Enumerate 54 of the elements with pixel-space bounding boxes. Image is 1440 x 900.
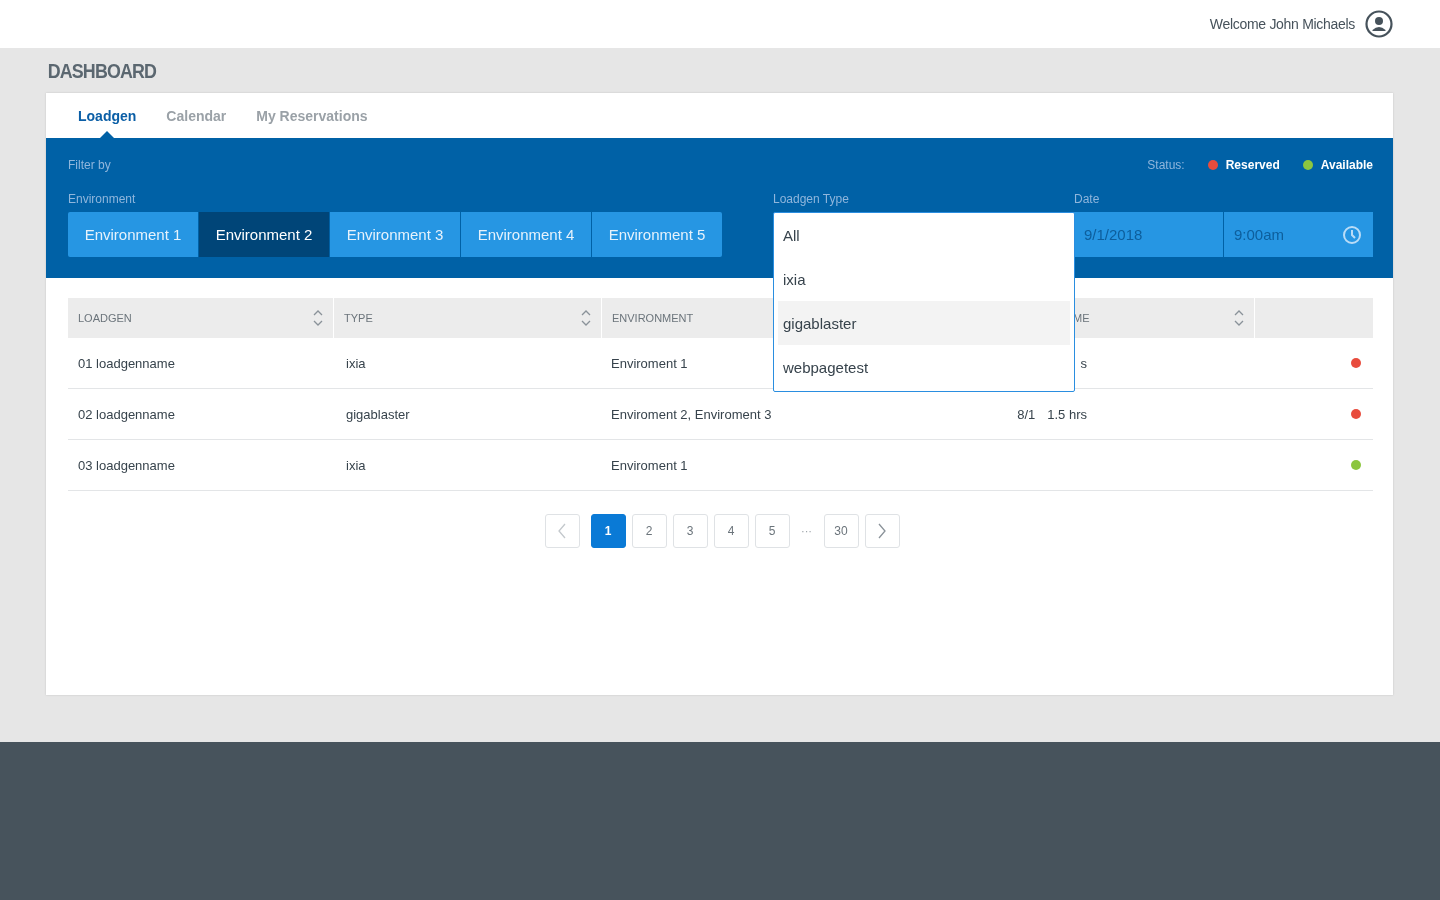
table-cell: Enviroment 1: [611, 457, 688, 473]
legend-label: Available: [1320, 158, 1373, 172]
dropdown-option[interactable]: ixia: [774, 257, 1074, 301]
table-cell: ixia: [346, 457, 366, 473]
table-cell: 03 loadgenname: [78, 457, 175, 473]
loadgen-type-label: Loadgen Type: [773, 192, 850, 206]
welcome-text: Welcome John Michaels: [1209, 16, 1355, 32]
table-cell: Enviroment 2, Enviroment 3: [611, 406, 772, 422]
filter-title: Filter by: [68, 158, 111, 172]
date-label: Date: [1074, 192, 1101, 206]
dropdown-option[interactable]: All: [774, 213, 1074, 257]
tab[interactable]: Loadgen: [68, 93, 147, 138]
tab[interactable]: Calendar: [156, 93, 237, 138]
column-title: LOADGEN: [78, 312, 132, 324]
dropdown-option[interactable]: webpagetest: [774, 345, 1074, 389]
page-button[interactable]: 30: [823, 514, 859, 548]
table-cell: s: [1080, 355, 1087, 371]
table-cell: 02 loadgenname: [78, 406, 175, 422]
column-title: ENVIRONMENT: [612, 312, 694, 324]
page-button[interactable]: 4: [713, 514, 749, 548]
environment-button[interactable]: Environment 1: [68, 212, 198, 257]
environment-button[interactable]: Environment 2: [199, 212, 329, 257]
table-cell: Enviroment 1: [611, 355, 688, 371]
sort-icon: [581, 309, 591, 327]
page-button[interactable]: 2: [631, 514, 667, 548]
chevron-left-icon: [557, 523, 567, 539]
status-label: Status:: [1147, 158, 1185, 172]
dropdown-option[interactable]: gigablaster: [778, 301, 1070, 345]
page-button[interactable]: 5: [754, 514, 790, 548]
chevron-right-icon: [877, 523, 887, 539]
environment-button[interactable]: Environment 5: [592, 212, 722, 257]
environment-button[interactable]: Environment 3: [330, 212, 460, 257]
table-cell: ixia: [346, 355, 366, 371]
environment-button[interactable]: Environment 4: [461, 212, 591, 257]
table-cell: 8/1: [1017, 406, 1036, 422]
next-page-button[interactable]: [864, 514, 900, 548]
table-cell: 01 loadgenname: [78, 355, 175, 371]
clock-icon: [1342, 224, 1362, 245]
legend-label: Reserved: [1225, 158, 1280, 172]
column-header[interactable]: LOADGEN: [68, 298, 333, 338]
table-cell: gigablaster: [346, 406, 410, 422]
user-avatar-icon[interactable]: [1365, 10, 1393, 38]
column-title: TYPE: [344, 312, 373, 324]
previous-page-button[interactable]: [544, 514, 580, 548]
sort-icon: [1234, 309, 1244, 327]
tab[interactable]: My Reservations: [246, 93, 378, 138]
table-cell: 1.5 hrs: [1047, 406, 1087, 422]
sort-icon: [313, 309, 323, 327]
page-title: DASHBOARD: [46, 58, 157, 84]
page-button[interactable]: 1: [590, 514, 626, 548]
column-header[interactable]: TYPE: [334, 298, 601, 338]
ellipsis: ···: [800, 525, 813, 537]
environment-label: Environment: [68, 192, 137, 206]
page-button[interactable]: 3: [672, 514, 708, 548]
